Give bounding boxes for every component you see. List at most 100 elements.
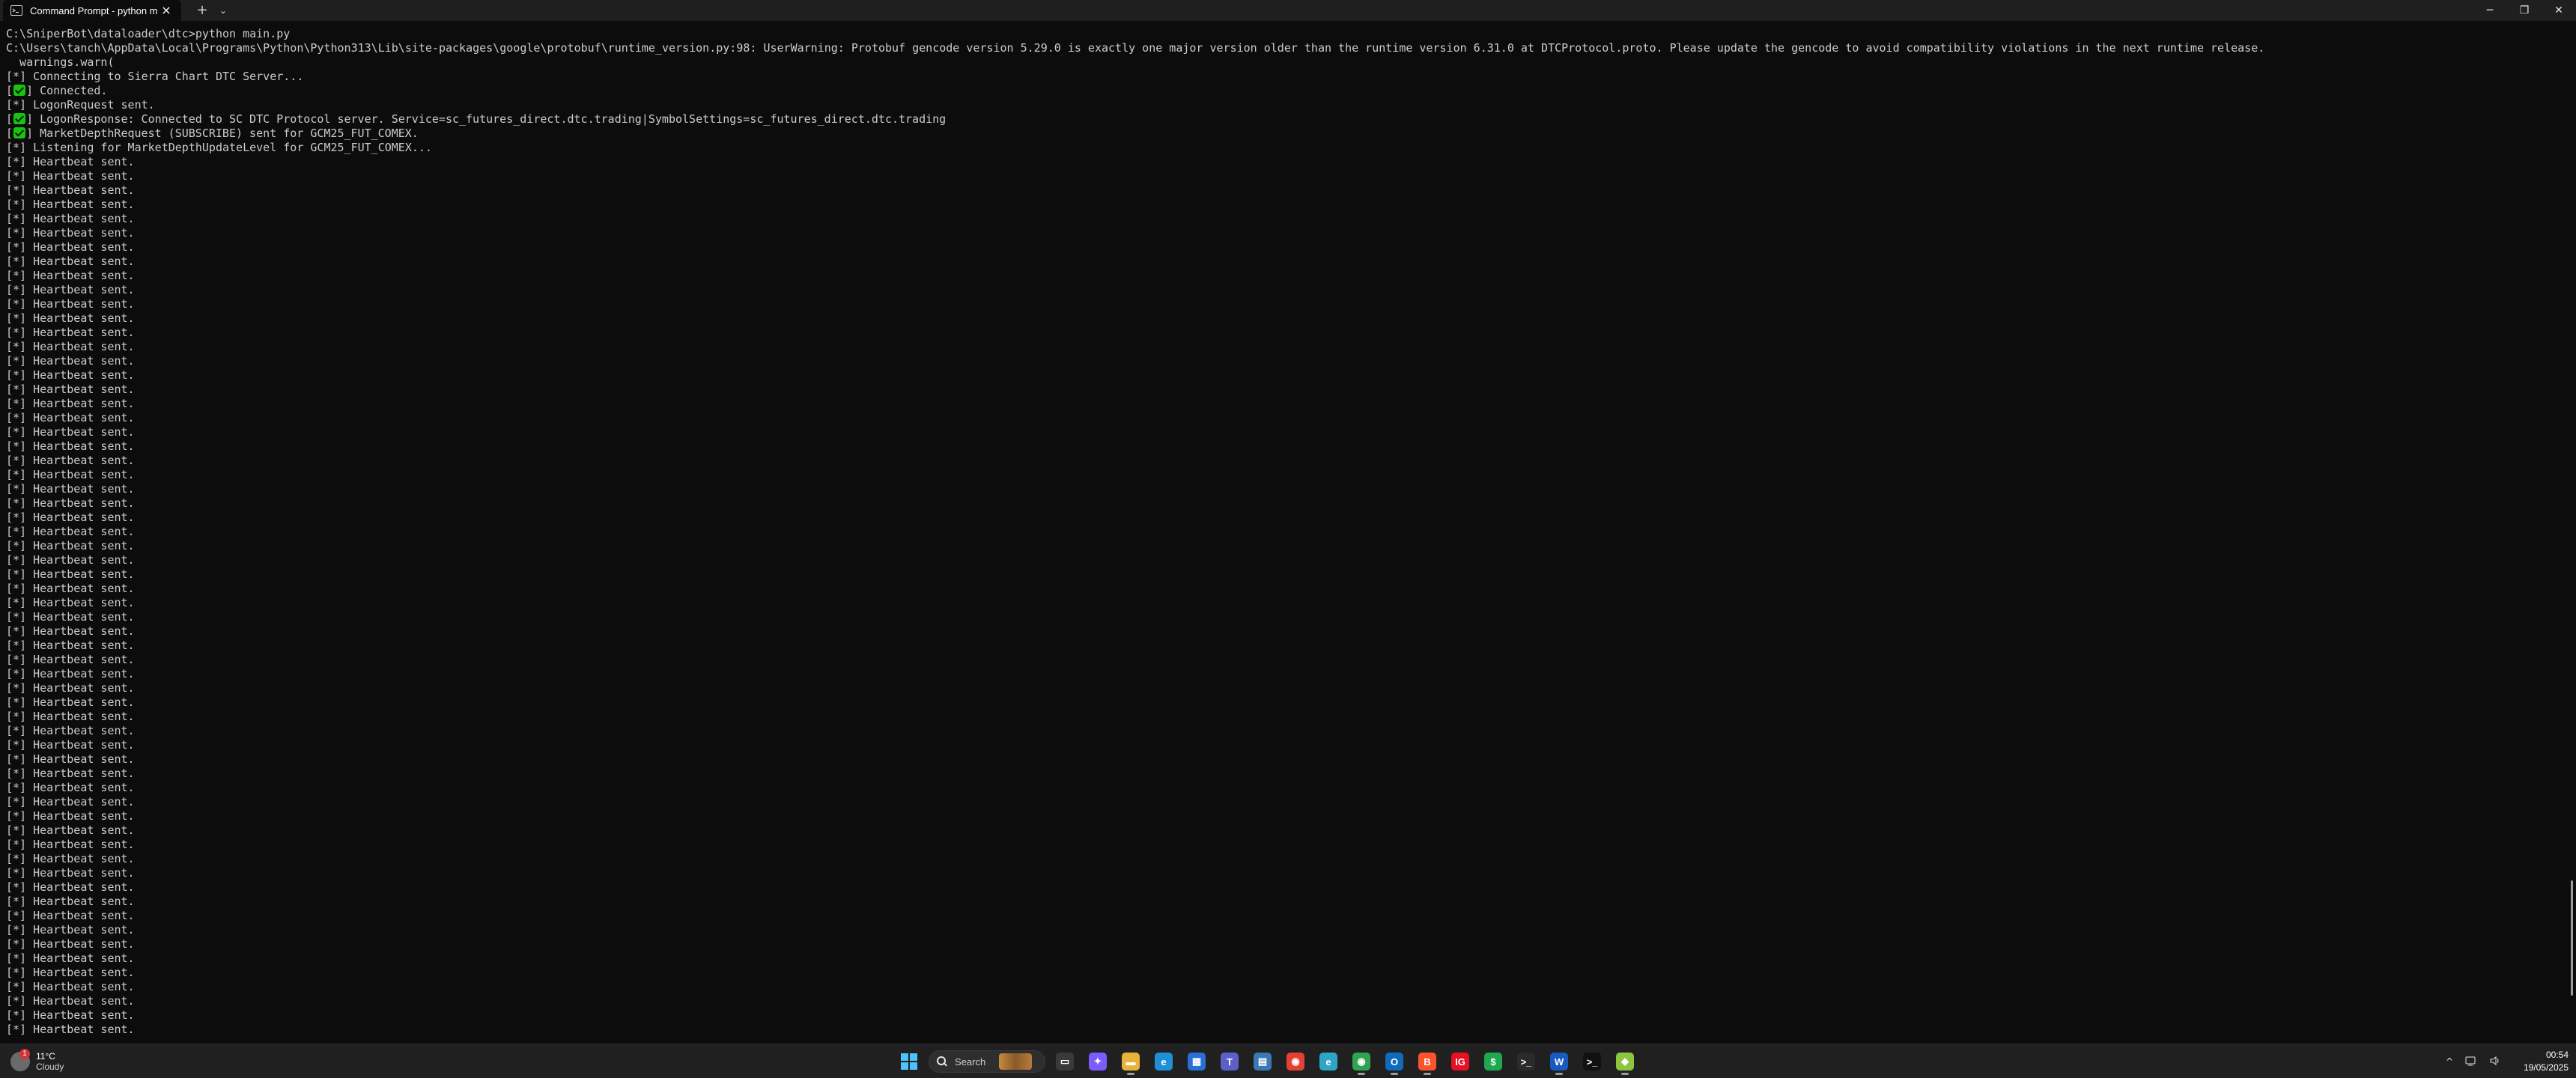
taskbar-search-box[interactable]: Search <box>929 1050 1045 1073</box>
taskbar-button[interactable]: ▬ <box>1117 1048 1144 1075</box>
line-text: Heartbeat sent. <box>26 695 135 709</box>
search-icon <box>937 1056 947 1067</box>
taskbar-button[interactable]: O <box>1381 1048 1408 1075</box>
teams-icon: T <box>1221 1053 1239 1071</box>
terminal-line: [*] Heartbeat sent. <box>6 752 2564 767</box>
chrome-icon: ◉ <box>1287 1053 1304 1071</box>
line-text: Listening for MarketDepthUpdateLevel for… <box>26 141 432 154</box>
terminal-line: [*] Heartbeat sent. <box>6 582 2564 596</box>
terminal-line: [*] Heartbeat sent. <box>6 923 2564 937</box>
taskbar-button[interactable]: T <box>1216 1048 1243 1075</box>
chevron-up-icon[interactable]: ^ <box>2446 1056 2453 1067</box>
terminal-output[interactable]: C:\SniperBot\dataloader\dtc>python main.… <box>0 21 2564 1044</box>
terminal-line: [*] Heartbeat sent. <box>6 695 2564 710</box>
taskbar-button[interactable]: W <box>1546 1048 1573 1075</box>
volume-icon[interactable] <box>2489 1056 2501 1068</box>
line-prefix: [*] <box>6 681 27 695</box>
taskbar-button[interactable]: ◆ <box>1611 1048 1638 1075</box>
notification-badge: 1 <box>19 1049 30 1059</box>
file-explorer-icon: ▬ <box>1122 1053 1140 1071</box>
terminal-line: [*] Heartbeat sent. <box>6 482 2564 496</box>
check-mark-icon <box>13 127 26 138</box>
line-prefix: [*] <box>6 852 27 865</box>
close-button[interactable]: ✕ <box>2542 0 2576 21</box>
line-text: Heartbeat sent. <box>26 752 135 766</box>
minimize-button[interactable]: ─ <box>2473 0 2507 21</box>
line-text: Heartbeat sent. <box>26 425 135 439</box>
terminal-line: [*] Heartbeat sent. <box>6 425 2564 439</box>
line-prefix: [*] <box>6 240 27 254</box>
line-prefix: [*] <box>6 155 27 168</box>
system-tray: ^ <box>2446 1050 2513 1073</box>
network-icon[interactable] <box>2465 1056 2477 1068</box>
taskbar-button[interactable]: e <box>1315 1048 1342 1075</box>
line-prefix: [*] <box>6 567 27 581</box>
taskbar-button[interactable]: >_ <box>1579 1048 1606 1075</box>
new-tab-button[interactable]: + <box>193 3 211 18</box>
taskbar-button[interactable] <box>896 1048 923 1075</box>
weather-widget[interactable]: 1 11°C Cloudy <box>10 1049 64 1074</box>
line-text: Heartbeat sent. <box>26 297 135 311</box>
taskbar-button[interactable]: $ <box>1480 1048 1507 1075</box>
terminal-line: [*] Heartbeat sent. <box>6 610 2564 624</box>
line-prefix: [*] <box>6 340 27 353</box>
line-prefix: [*] <box>6 823 27 837</box>
line-text: Heartbeat sent. <box>26 880 135 894</box>
terminal-line: [*] Heartbeat sent. <box>6 269 2564 283</box>
line-text: Heartbeat sent. <box>26 1023 135 1036</box>
close-tab-icon[interactable]: × <box>159 3 174 18</box>
line-prefix: [*] <box>6 383 27 396</box>
terminal-line: warnings.warn( <box>6 55 2564 70</box>
terminal-line: [*] Heartbeat sent. <box>6 667 2564 681</box>
line-text: Heartbeat sent. <box>26 383 135 396</box>
line-text: Heartbeat sent. <box>26 496 135 510</box>
weather-condition: Cloudy <box>36 1062 64 1072</box>
line-prefix: [*] <box>6 1023 27 1036</box>
word-icon: W <box>1550 1053 1568 1071</box>
terminal-line: [*] Heartbeat sent. <box>6 596 2564 610</box>
taskbar-button[interactable]: e <box>1150 1048 1177 1075</box>
taskbar-button[interactable]: IG <box>1447 1048 1474 1075</box>
line-prefix: [*] <box>6 994 27 1008</box>
taskbar-button[interactable]: >_ <box>1513 1048 1540 1075</box>
line-prefix: [*] <box>6 326 27 339</box>
maximize-button[interactable]: ❐ <box>2507 0 2542 21</box>
check-mark-icon <box>13 85 26 96</box>
line-prefix: [*] <box>6 610 27 624</box>
line-text: Heartbeat sent. <box>26 340 135 353</box>
line-prefix: [*] <box>6 895 27 908</box>
weather-icon: 1 <box>10 1049 30 1071</box>
line-prefix: [*] <box>6 454 27 467</box>
line-text: Heartbeat sent. <box>26 909 135 922</box>
taskbar-button[interactable]: ◉ <box>1282 1048 1309 1075</box>
line-text: Connected. <box>33 84 108 97</box>
taskbar-apps: Search ▭ ✦ ▬ e ▦ T ▤ ◉ e ◉ O B IG $ >_ W >_ ◆ <box>896 1048 1644 1075</box>
line-prefix: [*] <box>6 354 27 368</box>
terminal-line: [*] Heartbeat sent. <box>6 454 2564 468</box>
line-text: Heartbeat sent. <box>26 653 135 666</box>
check-mark-icon <box>13 113 26 124</box>
taskbar-button[interactable]: ◉ <box>1348 1048 1375 1075</box>
terminal-line: [*] Heartbeat sent. <box>6 1008 2564 1023</box>
line-text: Heartbeat sent. <box>26 923 135 937</box>
line-text: Heartbeat sent. <box>26 553 135 567</box>
taskbar-button[interactable]: ▤ <box>1249 1048 1276 1075</box>
line-prefix: [*] <box>6 980 27 993</box>
terminal-line: [*] Heartbeat sent. <box>6 397 2564 411</box>
line-text: Heartbeat sent. <box>26 240 135 254</box>
tab-command-prompt[interactable]: Command Prompt - python main.py × <box>3 0 181 21</box>
taskbar-button[interactable]: B <box>1414 1048 1441 1075</box>
terminal-line: [*] Heartbeat sent. <box>6 795 2564 809</box>
line-text: Heartbeat sent. <box>26 937 135 951</box>
terminal-icon <box>10 4 22 16</box>
line-prefix: [*] <box>6 70 27 83</box>
scrollbar-thumb[interactable] <box>2571 880 2573 996</box>
taskbar-button[interactable]: ▭ <box>1051 1048 1078 1075</box>
line-prefix: [*] <box>6 667 27 680</box>
clock[interactable]: 00:54 19/05/2025 <box>2516 1049 2569 1074</box>
calculator-icon: ▤ <box>1254 1053 1272 1071</box>
taskbar-button[interactable]: ▦ <box>1183 1048 1210 1075</box>
taskbar-button[interactable]: ✦ <box>1084 1048 1111 1075</box>
line-text: Heartbeat sent. <box>26 255 135 268</box>
tab-dropdown-button[interactable]: ⌄ <box>216 3 231 18</box>
